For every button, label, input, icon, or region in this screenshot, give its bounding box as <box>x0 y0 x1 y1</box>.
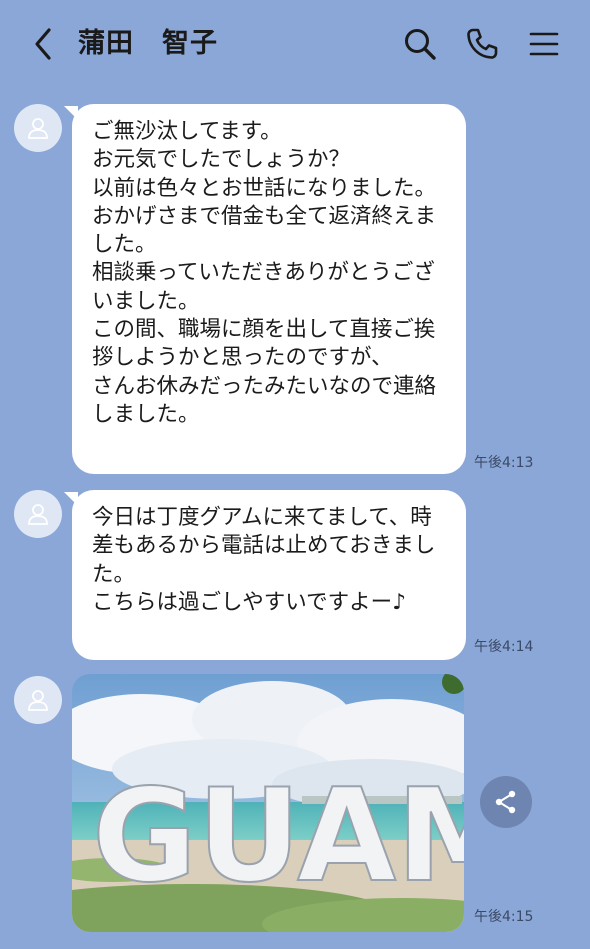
hamburger-menu-icon <box>529 32 559 56</box>
message-time: 午後4:13 <box>474 455 534 471</box>
guam-letters: GUAM <box>92 762 464 911</box>
default-user-icon <box>28 118 48 139</box>
message-time: 午後4:14 <box>474 639 534 655</box>
guam-sign-image: GUAM <box>72 674 464 932</box>
menu-button[interactable] <box>522 22 566 66</box>
search-button[interactable] <box>398 22 442 66</box>
chat-header: 蒲田 智子 <box>0 0 590 88</box>
message-bubble[interactable]: 今日は丁度グアムに来てまして、時差もあるから電話は止めておきました。 こちらは過… <box>72 490 466 660</box>
guam-photo[interactable]: GUAM <box>72 674 464 932</box>
phone-icon <box>467 28 498 59</box>
sender-avatar[interactable] <box>14 104 62 152</box>
share-icon <box>495 790 516 814</box>
message-bubble[interactable]: ご無沙汰してます。 お元気でしたでしょうか？ 以前は色々とお世話になりました。 … <box>72 104 466 474</box>
sender-avatar[interactable] <box>14 676 62 724</box>
back-button[interactable] <box>26 22 60 66</box>
chat-screen: 蒲田 智子 ご無沙汰してます。 お元気でしたでしょうか？ 以前は色々とお世話にな… <box>0 0 590 949</box>
call-button[interactable] <box>460 22 504 66</box>
default-user-icon <box>28 504 48 525</box>
search-icon <box>405 29 436 60</box>
message-time: 午後4:15 <box>474 909 534 925</box>
default-user-icon <box>28 690 48 711</box>
sender-avatar[interactable] <box>14 490 62 538</box>
share-button[interactable] <box>480 776 532 828</box>
contact-name: 蒲田 智子 <box>78 28 218 59</box>
chevron-left-icon <box>35 28 51 60</box>
